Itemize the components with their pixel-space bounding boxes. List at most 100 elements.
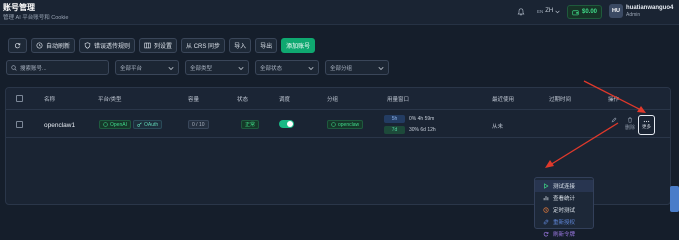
platform-select[interactable]: 全部平台 — [115, 60, 179, 75]
toolbar: 自动刷新 错误透传规则 列设置 从 CRS 同步 导入 导出 添加账号 — [8, 38, 316, 53]
table-header: 名称 平台/类型 容量 状态 调度 分组 用量窗口 最近使用 过期时间 操作 — [6, 88, 670, 110]
clock-icon — [543, 207, 549, 213]
usage-7d-row: 7d 30% 6d 12h — [384, 125, 468, 135]
key-icon — [137, 122, 142, 127]
group-select[interactable]: 全部分组 — [325, 60, 389, 75]
col-actions: 操作 — [608, 97, 620, 103]
columns-icon — [144, 42, 151, 49]
page-title: 账号管理 — [3, 3, 35, 12]
refresh-button[interactable] — [8, 38, 27, 53]
status-badge: 正常 — [241, 120, 260, 129]
search-icon — [11, 64, 17, 71]
col-last-used[interactable]: 最近使用 — [492, 95, 514, 103]
export-label: 导出 — [260, 44, 273, 50]
chevron-down-icon — [555, 10, 560, 13]
group-badge: openclaw — [327, 120, 364, 129]
account-name: openclaw1 — [44, 122, 76, 129]
menu-item-reauthorize[interactable]: 重新授权 — [535, 216, 593, 228]
usage-5h-label: 5h — [384, 115, 405, 123]
col-expires[interactable]: 过期时间 — [549, 95, 571, 103]
last-used: 从未 — [492, 124, 504, 130]
menu-item-scheduled-test[interactable]: 定时测试 — [535, 204, 593, 216]
filter-bar: 搜索账号... 全部平台 全部类型 全部状态 全部分组 — [6, 60, 389, 75]
auto-refresh-button[interactable]: 自动刷新 — [31, 38, 76, 53]
column-settings-button[interactable]: 列设置 — [139, 38, 178, 53]
group-label: openclaw — [338, 121, 360, 128]
export-button[interactable]: 导出 — [255, 38, 278, 53]
schedule-toggle[interactable] — [279, 120, 294, 128]
delete-label: 删除 — [625, 125, 636, 131]
usage-7d-label: 7d — [384, 126, 405, 134]
bell-icon[interactable] — [517, 8, 525, 16]
user-name: huatianwanguo4 — [626, 4, 674, 11]
delete-action[interactable]: 删除 — [625, 117, 635, 131]
platform-select-value: 全部平台 — [120, 65, 143, 72]
search-input[interactable]: 搜索账号... — [6, 60, 109, 75]
chevron-down-icon — [168, 66, 174, 70]
status-select[interactable]: 全部状态 — [255, 60, 319, 75]
row-checkbox[interactable] — [16, 121, 23, 128]
col-status: 状态 — [237, 97, 249, 103]
shield-icon — [84, 42, 91, 49]
col-platform: 平台/类型 — [98, 97, 122, 103]
crs-sync-button[interactable]: 从 CRS 同步 — [181, 38, 226, 53]
menu-item-test-connection[interactable]: 测试连接 — [535, 180, 593, 192]
usage-window: 5h 0% 4h 59m 7d 30% 6d 12h — [384, 114, 468, 136]
group-select-value: 全部分组 — [330, 65, 353, 72]
trash-icon — [628, 117, 632, 123]
balance-badge[interactable]: $0.00 — [567, 5, 603, 19]
chevron-down-icon — [308, 66, 314, 70]
add-account-button[interactable]: 添加账号 — [281, 38, 316, 53]
type-select-value: 全部类型 — [190, 65, 213, 72]
type-select[interactable]: 全部类型 — [185, 60, 249, 75]
language-code: EN — [537, 8, 544, 14]
import-label: 导入 — [234, 44, 247, 50]
language-current: ZH — [545, 8, 554, 14]
refresh-icon — [14, 43, 21, 49]
col-capacity: 容量 — [188, 97, 200, 103]
import-button[interactable]: 导入 — [229, 38, 252, 53]
chevron-down-icon — [238, 66, 244, 70]
chevron-down-icon — [378, 66, 384, 70]
scrollbar-thumb[interactable] — [670, 186, 679, 212]
chart-icon — [543, 196, 549, 201]
platform-label: OpenAI — [110, 121, 127, 128]
avatar: HU — [609, 4, 623, 18]
crs-sync-label: 从 CRS 同步 — [186, 44, 221, 50]
page-subtitle: 管理 AI 平台账号和 Cookie — [3, 15, 69, 21]
openai-icon — [103, 122, 108, 127]
menu-item-label: 刷新令牌 — [553, 232, 576, 238]
user-menu[interactable]: HU huatianwanguo4 Admin — [609, 4, 673, 18]
menu-item-view-stats[interactable]: 查看统计 — [535, 192, 593, 204]
search-placeholder: 搜索账号... — [20, 65, 47, 72]
more-dots-icon — [643, 120, 650, 123]
clock-icon — [36, 42, 43, 49]
error-rules-label: 错误透传规则 — [94, 44, 131, 50]
col-name[interactable]: 名称 — [44, 95, 55, 103]
refresh-icon — [543, 231, 549, 237]
error-rules-button[interactable]: 错误透传规则 — [79, 38, 136, 53]
type-badge: OAuth — [133, 120, 163, 129]
menu-item-label: 重新授权 — [553, 220, 576, 226]
user-role: Admin — [626, 11, 641, 18]
balance-value: $0.00 — [582, 9, 598, 15]
edit-action[interactable] — [611, 117, 617, 123]
auto-refresh-label: 自动刷新 — [46, 44, 71, 50]
usage-7d-value: 30% 6d 12h — [409, 127, 436, 133]
top-header: 账号管理 管理 AI 平台账号和 Cookie EN ZH $0.00 HU h… — [0, 0, 679, 25]
table-row: openclaw1 OpenAI OAuth 0 / 10 正常 opencla… — [6, 111, 670, 138]
language-switcher[interactable]: EN ZH — [537, 8, 560, 14]
add-account-label: 添加账号 — [286, 44, 311, 50]
menu-item-label: 测试连接 — [553, 184, 576, 190]
menu-item-label: 查看统计 — [553, 196, 576, 202]
menu-item-label: 定时测试 — [553, 208, 576, 214]
column-settings-label: 列设置 — [154, 44, 173, 50]
more-label: 更多 — [642, 124, 651, 129]
more-actions-menu: 测试连接 查看统计 定时测试 重新授权 刷新令牌 — [534, 177, 594, 238]
select-all-checkbox[interactable] — [16, 95, 23, 102]
play-icon — [544, 183, 549, 189]
usage-5h-row: 5h 0% 4h 59m — [384, 114, 468, 124]
col-schedule: 调度 — [279, 97, 291, 103]
menu-item-refresh-token[interactable]: 刷新令牌 — [535, 228, 593, 240]
more-button[interactable]: 更多 — [638, 115, 655, 135]
